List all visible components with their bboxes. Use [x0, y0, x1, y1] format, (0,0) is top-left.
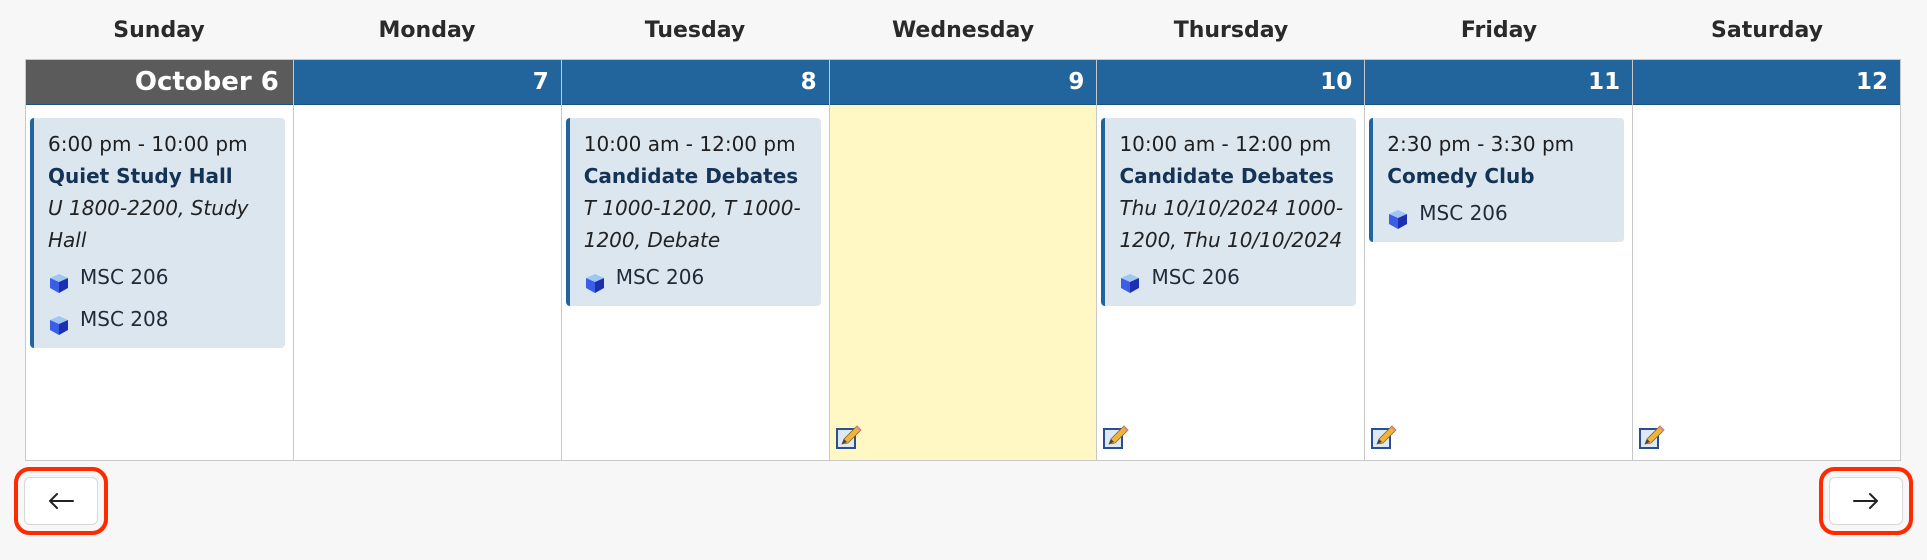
event-time: 10:00 am - 12:00 pm [583, 132, 796, 156]
weekday-name: Thursday [1173, 18, 1289, 43]
weekday-name: Friday [1460, 18, 1538, 43]
cube-icon [1387, 202, 1409, 229]
cube-icon [48, 308, 70, 335]
day-cell[interactable]: 9 [828, 60, 1097, 460]
pencil-edit-icon[interactable] [1639, 424, 1665, 450]
day-cell[interactable]: 11 2:30 pm - 3:30 pm Comedy Club MSC 206 [1364, 60, 1633, 460]
cube-icon [584, 266, 606, 293]
day-cell[interactable]: 12 [1632, 60, 1901, 460]
weekday-name: Wednesday [891, 18, 1035, 43]
event-card[interactable]: 10:00 am - 12:00 pm Candidate Debates T 10… [565, 118, 821, 306]
event-title[interactable]: Quiet Study Hall [48, 160, 273, 192]
previous-week-button[interactable] [24, 477, 98, 525]
day-body [294, 105, 561, 460]
day-body [830, 105, 1097, 460]
day-body: 10:00 am - 12:00 pm Candidate Debates T 10… [562, 105, 829, 460]
event-description: Thu 10/10/2024 1000-1200, Thu 10/10/2024 [1119, 196, 1344, 252]
pencil-edit-icon[interactable] [835, 424, 862, 450]
day-number[interactable]: 10 [1097, 60, 1365, 105]
event-title[interactable]: Candidate Debates [584, 160, 809, 192]
day-cell[interactable]: 8 10:00 am - 12:00 pm Candidate Debates T 1… [560, 60, 829, 460]
day-cell[interactable]: October 6 6:00 pm - 10:00 pm Quiet Study H… [26, 60, 293, 460]
event-location[interactable]: MSC 206 [1119, 256, 1344, 298]
cube-icon [1119, 266, 1141, 293]
event-time: 6:00 pm - 10:00 pm [48, 132, 248, 156]
event-location[interactable]: MSC 206 [1387, 192, 1612, 234]
event-title[interactable]: Candidate Debates [1119, 160, 1344, 192]
weekday-name: Tuesday [644, 18, 746, 43]
weekday-header-row: Sunday Monday Tuesday Wednesday Thursday Frid… [25, 18, 1901, 43]
day-number[interactable]: October 6 [26, 60, 293, 105]
day-body: 2:30 pm - 3:30 pm Comedy Club MSC 206 [1365, 105, 1632, 460]
day-number[interactable]: 11 [1365, 60, 1633, 105]
arrow-left-icon [49, 493, 74, 509]
day-body: 6:00 pm - 10:00 pm Quiet Study Hall U 1800… [26, 105, 293, 460]
day-body: 10:00 am - 12:00 pm Candidate Debates Thu … [1097, 105, 1364, 460]
week-grid: October 6 6:00 pm - 10:00 pm Quiet Study H… [25, 59, 1901, 461]
event-description: T 1000-1200, T 1000-1200, Debate [583, 196, 801, 252]
location-label: MSC 206 [1419, 201, 1508, 225]
next-week-button[interactable] [1829, 477, 1903, 525]
day-number[interactable]: 8 [561, 60, 829, 105]
event-card[interactable]: 6:00 pm - 10:00 pm Quiet Study Hall U 1800… [30, 118, 285, 348]
location-label: MSC 206 [615, 265, 705, 289]
weekday-name: Sunday [113, 18, 205, 43]
arrow-right-icon [1853, 493, 1878, 509]
day-number[interactable]: 7 [293, 60, 561, 105]
pencil-edit-icon[interactable] [1371, 424, 1397, 450]
day-number[interactable]: 9 [829, 60, 1097, 105]
event-location[interactable]: MSC 206 [48, 256, 273, 298]
cube-icon [48, 266, 70, 293]
event-description: U 1800-2200, Study Hall [48, 196, 249, 252]
event-location[interactable]: MSC 206 [584, 256, 809, 298]
pencil-edit-icon[interactable] [1103, 424, 1130, 450]
weekday-name: Monday [378, 18, 476, 43]
weekday-name: Saturday [1711, 18, 1823, 43]
day-body [1633, 105, 1900, 460]
event-title[interactable]: Comedy Club [1387, 160, 1612, 192]
location-label: MSC 208 [80, 307, 169, 331]
location-label: MSC 206 [1151, 265, 1240, 289]
location-label: MSC 206 [80, 265, 169, 289]
event-card[interactable]: 10:00 am - 12:00 pm Candidate Debates Thu … [1101, 118, 1357, 306]
day-cell[interactable]: 7 [292, 60, 561, 460]
day-number[interactable]: 12 [1633, 60, 1901, 105]
event-time: 10:00 am - 12:00 pm [1119, 132, 1332, 156]
event-location[interactable]: MSC 208 [48, 298, 273, 340]
event-card[interactable]: 2:30 pm - 3:30 pm Comedy Club MSC 206 [1369, 118, 1625, 242]
day-cell[interactable]: 10 10:00 am - 12:00 pm Candidate Debates Th… [1096, 60, 1365, 460]
event-time: 2:30 pm - 3:30 pm [1387, 132, 1575, 156]
